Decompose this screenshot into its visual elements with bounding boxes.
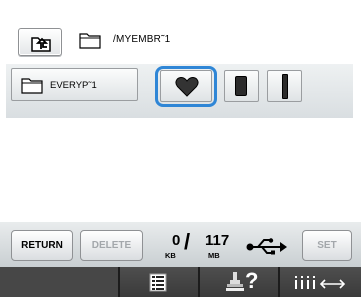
list-view-button[interactable]	[120, 267, 198, 297]
thread-spacing-button[interactable]	[280, 267, 361, 297]
help-glyph: ?	[245, 268, 259, 293]
return-button[interactable]: RETURN	[11, 230, 73, 261]
memory-used-unit: KB	[165, 251, 176, 260]
current-path: /MYEMBR˜1	[113, 34, 171, 45]
memory-total: 117	[205, 232, 230, 249]
memory-total-unit: MB	[208, 251, 220, 260]
rectangle-pattern-icon	[235, 76, 247, 96]
folder-name: EVERYP˜1	[50, 80, 97, 91]
heart-pattern-icon	[175, 76, 199, 97]
pattern-rectangle-button[interactable]	[224, 70, 259, 102]
folder-up-icon	[31, 37, 51, 52]
folder-icon	[21, 78, 43, 94]
memory-used: 0	[172, 232, 181, 249]
up-folder-button[interactable]	[18, 28, 62, 56]
pattern-bar-button[interactable]	[267, 70, 302, 102]
memory-separator: /	[184, 229, 191, 254]
screen: /MYEMBR˜1 EVERYP˜1 RETURN DELETE 0 KB / …	[0, 0, 361, 297]
usb-icon	[246, 238, 287, 255]
folder-button[interactable]: EVERYP˜1	[11, 68, 138, 101]
bar-pattern-icon	[282, 74, 288, 99]
set-button[interactable]: SET	[302, 230, 352, 261]
folder-icon	[79, 33, 101, 49]
list-icon	[149, 273, 167, 292]
pattern-heart-button[interactable]	[160, 70, 212, 102]
help-button[interactable]: ?	[200, 267, 278, 297]
help-icon	[226, 272, 244, 291]
thread-spacing-icon	[295, 276, 346, 289]
delete-button[interactable]: DELETE	[80, 230, 143, 261]
